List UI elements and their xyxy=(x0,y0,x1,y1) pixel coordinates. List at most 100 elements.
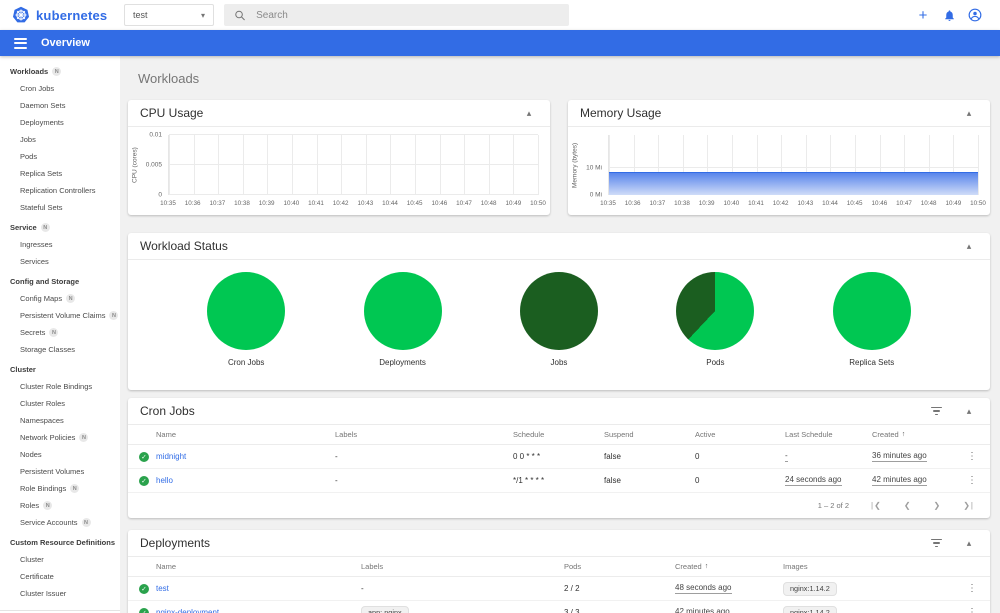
namespaced-badge: N xyxy=(81,518,91,527)
sidebar-item-cluster-roles[interactable]: Cluster Roles xyxy=(0,395,120,412)
pie-chart[interactable] xyxy=(363,272,442,350)
sidebar-item-cluster-issuer[interactable]: Cluster Issuer xyxy=(0,585,120,602)
kebab-menu-icon[interactable]: ⋮ xyxy=(954,583,990,594)
sidebar-item-label: Ingresses xyxy=(20,240,53,249)
kebab-menu-icon[interactable]: ⋮ xyxy=(954,475,990,486)
column-header-suspend[interactable]: Suspend xyxy=(604,430,695,439)
sidebar-item-replication-controllers[interactable]: Replication Controllers xyxy=(0,182,120,199)
kubernetes-logo[interactable]: kubernetes xyxy=(12,6,124,24)
previous-page-button[interactable]: ❮ xyxy=(904,501,912,510)
sidebar-item-storage-classes[interactable]: Storage Classes xyxy=(0,341,120,358)
sidebar-item-label: Cron Jobs xyxy=(20,84,55,93)
collapse-icon[interactable]: ▴ xyxy=(960,538,978,549)
filter-icon[interactable] xyxy=(926,406,946,416)
column-header-last-schedule[interactable]: Last Schedule xyxy=(785,430,872,439)
pie-chart[interactable] xyxy=(676,272,755,350)
namespaced-badge: N xyxy=(109,311,119,320)
namespaced-badge: N xyxy=(52,67,62,76)
sidebar-item-ingresses[interactable]: Ingresses xyxy=(0,236,120,253)
column-header-name[interactable]: Name xyxy=(156,562,361,571)
sidebar-item-stateful-sets[interactable]: Stateful Sets xyxy=(0,199,120,216)
sidebar-item-certificate[interactable]: Certificate xyxy=(0,568,120,585)
create-resource-button[interactable]: + xyxy=(910,2,936,28)
collapse-icon[interactable]: ▴ xyxy=(960,108,978,119)
sidebar-item-persistent-volumes[interactable]: Persistent Volumes xyxy=(0,463,120,480)
sidebar-item-label: Roles xyxy=(20,501,40,510)
column-header-images[interactable]: Images xyxy=(783,562,954,571)
kubernetes-helm-icon xyxy=(12,6,30,23)
kebab-menu-icon[interactable]: ⋮ xyxy=(954,451,990,462)
column-header-label: Schedule xyxy=(513,430,545,439)
first-page-button[interactable]: |❮ xyxy=(871,501,882,510)
cell-suspend: false xyxy=(604,476,621,485)
sidebar-item-cluster[interactable]: Cluster xyxy=(0,551,120,568)
column-header-active[interactable]: Active xyxy=(695,430,785,439)
sidebar-item-cluster-role-bindings[interactable]: Cluster Role Bindings xyxy=(0,378,120,395)
sidebar-item-cron-jobs[interactable]: Cron Jobs xyxy=(0,80,120,97)
table-header-row: Name Labels Schedule Suspend Active Last Sche… xyxy=(128,425,990,445)
x-tick-label: 10:41 xyxy=(308,200,324,207)
sidebar-item-deployments[interactable]: Deployments xyxy=(0,114,120,131)
sidebar-item-namespaces[interactable]: Namespaces xyxy=(0,412,120,429)
cronjob-name-link[interactable]: midnight xyxy=(156,452,335,461)
cell-created: 42 minutes ago xyxy=(675,607,783,613)
column-header-pods[interactable]: Pods xyxy=(564,562,675,571)
sidebar-item-network-policies[interactable]: Network Policies N xyxy=(0,429,120,446)
sidebar-divider xyxy=(0,610,120,611)
x-tick-label: 10:39 xyxy=(258,200,275,207)
search-input[interactable] xyxy=(256,9,559,21)
next-page-button[interactable]: ❯ xyxy=(934,501,942,510)
namespace-select[interactable]: test ▾ xyxy=(124,4,214,26)
sidebar-item-secrets[interactable]: Secrets N xyxy=(0,324,120,341)
collapse-icon[interactable]: ▴ xyxy=(520,108,538,119)
sidebar-section-custom-resource-definitions[interactable]: Custom Resource Definitions xyxy=(0,531,120,551)
sidebar-section-workloads[interactable]: Workloads N xyxy=(0,60,120,80)
x-tick-label: 10:42 xyxy=(332,200,349,207)
filter-icon[interactable] xyxy=(926,538,946,548)
sidebar-item-roles[interactable]: Roles N xyxy=(0,497,120,514)
column-header-labels[interactable]: Labels xyxy=(335,430,513,439)
pie-chart[interactable] xyxy=(519,272,598,350)
sidebar-item-jobs[interactable]: Jobs xyxy=(0,131,120,148)
collapse-icon[interactable]: ▴ xyxy=(960,241,978,252)
column-header-created[interactable]: Created ↑ xyxy=(872,430,954,439)
cronjob-name-link[interactable]: hello xyxy=(156,476,335,485)
sidebar-item-replica-sets[interactable]: Replica Sets xyxy=(0,165,120,182)
sidebar-item-label: Services xyxy=(20,257,49,266)
column-header-labels[interactable]: Labels xyxy=(361,562,564,571)
column-header-name[interactable]: Name xyxy=(156,430,335,439)
gridline xyxy=(341,135,343,195)
deployment-name-link[interactable]: nginx-deployment xyxy=(156,608,361,613)
notifications-button[interactable] xyxy=(936,2,962,28)
sidebar-item-services[interactable]: Services xyxy=(0,253,120,270)
sidebar-section-service[interactable]: Service N xyxy=(0,216,120,236)
deployment-name-link[interactable]: test xyxy=(156,584,361,593)
cell-labels: app: nginx xyxy=(361,605,564,613)
sidebar-item-label: Persistent Volumes xyxy=(20,467,85,476)
sidebar-section-cluster[interactable]: Cluster xyxy=(0,358,120,378)
column-header-created[interactable]: Created ↑ xyxy=(675,562,783,571)
cron-jobs-table: Name Labels Schedule Suspend Active Last Sche… xyxy=(128,425,990,493)
sidebar-item-pods[interactable]: Pods xyxy=(0,148,120,165)
x-tick-label: 10:44 xyxy=(822,200,838,207)
user-menu-button[interactable] xyxy=(962,2,988,28)
gridline xyxy=(193,135,195,195)
collapse-icon[interactable]: ▴ xyxy=(960,406,978,417)
kebab-menu-icon[interactable]: ⋮ xyxy=(954,607,990,613)
menu-button[interactable] xyxy=(14,36,27,51)
sidebar-item-daemon-sets[interactable]: Daemon Sets xyxy=(0,97,120,114)
sort-ascending-icon: ↑ xyxy=(704,563,709,570)
pie-chart[interactable] xyxy=(832,272,911,350)
sidebar-item-persistent-volume-claims[interactable]: Persistent Volume Claims N xyxy=(0,307,120,324)
last-page-button[interactable]: ❯| xyxy=(963,501,974,510)
cell-created: 36 minutes ago xyxy=(872,451,954,462)
cell-schedule: 0 0 * * * xyxy=(513,452,541,461)
sidebar-item-service-accounts[interactable]: Service Accounts N xyxy=(0,514,120,531)
sidebar-item-role-bindings[interactable]: Role Bindings N xyxy=(0,480,120,497)
sidebar-item-nodes[interactable]: Nodes xyxy=(0,446,120,463)
sidebar-item-config-maps[interactable]: Config Maps N xyxy=(0,290,120,307)
sidebar-section-label: Config and Storage xyxy=(10,277,80,286)
pie-chart[interactable] xyxy=(207,272,286,350)
column-header-schedule[interactable]: Schedule xyxy=(513,430,604,439)
cell-images: nginx:1.14.2 xyxy=(783,581,954,596)
